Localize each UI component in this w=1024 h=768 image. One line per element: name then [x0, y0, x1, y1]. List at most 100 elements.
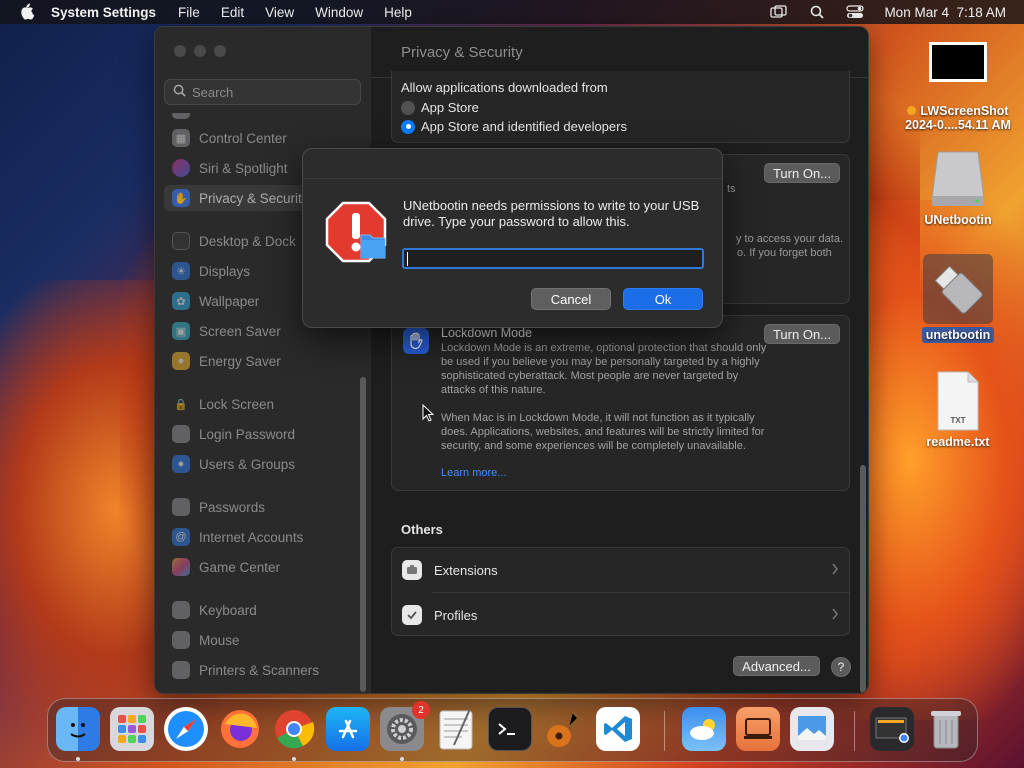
menu-bar: System Settings File Edit View Window He…: [0, 0, 1024, 24]
dock-separator: [854, 711, 855, 751]
sidebar-item-lock-screen[interactable]: 🔒 Lock Screen: [164, 391, 364, 417]
dock-safari-icon[interactable]: [164, 707, 208, 751]
ok-button[interactable]: Ok: [623, 288, 703, 310]
lockdown-turn-on-button[interactable]: Turn On...: [764, 324, 840, 344]
sidebar-item-label: Printers & Scanners: [199, 662, 320, 678]
radio-app-store[interactable]: App Store: [401, 100, 479, 115]
dock-terminal-icon[interactable]: [488, 707, 532, 751]
text-caret: [407, 252, 408, 266]
dock-finder-icon[interactable]: [56, 707, 100, 751]
hand-icon: ✋: [172, 189, 190, 207]
dock-preview-icon[interactable]: [790, 707, 834, 751]
close-window-button[interactable]: [174, 45, 186, 57]
learn-more-link[interactable]: Learn more...: [441, 467, 506, 479]
screenshot-thumbnail: [929, 42, 987, 82]
sidebar-item-energy-saver[interactable]: ● Energy Saver: [164, 348, 364, 374]
mouse-cursor-icon: [422, 404, 434, 422]
dock-icon: [172, 232, 190, 250]
menu-app-name[interactable]: System Settings: [51, 5, 156, 20]
radio-label: App Store: [421, 100, 479, 115]
menu-file[interactable]: File: [178, 5, 200, 20]
sidebar-item-passwords[interactable]: Passwords: [164, 494, 364, 520]
dialog-message: UNetbootin needs permissions to write to…: [403, 198, 700, 229]
sidebar-item-label: Wallpaper: [199, 293, 260, 309]
keyboard-icon: [172, 601, 190, 619]
sidebar-item-label: Desktop & Dock: [199, 233, 296, 249]
dialog-titlebar[interactable]: [303, 149, 722, 179]
running-indicator: [400, 757, 404, 761]
lock-icon: 🔒: [172, 395, 190, 413]
sidebar-item-label: Privacy & Security: [199, 190, 309, 206]
sidebar-item-login-password[interactable]: Login Password: [164, 421, 364, 447]
running-indicator: [292, 757, 296, 761]
users-icon: ●: [172, 455, 190, 473]
dock-screenshot-icon[interactable]: [870, 707, 914, 751]
usb-stick-icon: [934, 265, 983, 314]
cancel-button[interactable]: Cancel: [531, 288, 611, 310]
dock-chrome-icon[interactable]: [272, 707, 316, 751]
screen-mirroring-icon[interactable]: [770, 5, 788, 19]
sidebar-item-users-groups[interactable]: ● Users & Groups: [164, 451, 364, 477]
desktop-screenshot-file[interactable]: LWScreenShot 2024-0....54.11 AM: [898, 42, 1018, 132]
sidebar-item-label: Internet Accounts: [199, 529, 304, 545]
dock-app-store-icon[interactable]: [326, 707, 370, 751]
zoom-window-button[interactable]: [214, 45, 226, 57]
desktop-unetbootin-app[interactable]: unetbootin: [908, 254, 1008, 343]
sidebar-item-label: Login Password: [199, 426, 296, 442]
settings-icon: [172, 113, 190, 119]
sidebar-item-mouse[interactable]: Mouse: [164, 627, 364, 653]
control-center-icon[interactable]: [846, 5, 865, 19]
app-icon-selection: [923, 254, 993, 324]
menu-view[interactable]: View: [265, 5, 294, 20]
main-scrollbar[interactable]: [860, 465, 866, 693]
turn-on-button[interactable]: Turn On...: [764, 163, 840, 183]
dock-textedit-icon[interactable]: [434, 707, 478, 751]
password-icon: [172, 425, 190, 443]
sidebar-item-internet-accounts[interactable]: @ Internet Accounts: [164, 524, 364, 550]
dock-system-settings-icon[interactable]: 2: [380, 701, 430, 751]
radio-identified-developers[interactable]: App Store and identified developers: [401, 119, 627, 134]
sidebar-item-label: Energy Saver: [199, 353, 281, 369]
sidebar-scrollbar[interactable]: [360, 377, 366, 692]
sidebar-item-keyboard[interactable]: Keyboard: [164, 597, 364, 623]
dock-remote-desktop-icon[interactable]: [736, 707, 780, 751]
desktop-unetbootin-drive[interactable]: UNetbootin: [908, 148, 1008, 227]
menu-clock[interactable]: Mon Mar 4 7:18 AM: [884, 5, 1006, 20]
menu-help[interactable]: Help: [384, 5, 412, 20]
apple-icon[interactable]: [17, 2, 37, 22]
radio-button-selected[interactable]: [401, 119, 415, 134]
extensions-row[interactable]: Extensions: [392, 548, 849, 593]
menu-window[interactable]: Window: [315, 5, 363, 20]
search-input[interactable]: [192, 84, 352, 100]
sidebar-item-printers-scanners[interactable]: Printers & Scanners: [164, 657, 364, 683]
minimize-window-button[interactable]: [194, 45, 206, 57]
notification-badge: 2: [412, 701, 430, 719]
help-button[interactable]: ?: [831, 657, 851, 677]
advanced-button[interactable]: Advanced...: [733, 656, 820, 676]
radio-label: App Store and identified developers: [421, 119, 627, 134]
sidebar-item-cut-off[interactable]: [164, 113, 364, 121]
dock-garageband-icon[interactable]: [542, 707, 586, 751]
password-field[interactable]: [402, 248, 704, 269]
readme-label: readme.txt: [926, 435, 990, 449]
sidebar-item-label: Siri & Spotlight: [199, 160, 288, 176]
sidebar: ▦ Control Center Siri & Spotlight ✋ Priv…: [155, 27, 371, 693]
desktop-readme-file[interactable]: TXT readme.txt: [908, 370, 1008, 449]
menu-edit[interactable]: Edit: [221, 5, 244, 20]
dock-weather-icon[interactable]: [682, 707, 726, 751]
sidebar-item-label: Control Center: [199, 130, 287, 146]
obscured-text: ts: [727, 183, 736, 195]
dock-firefox-icon[interactable]: [218, 707, 262, 751]
sidebar-search[interactable]: [164, 79, 361, 105]
dock: 2: [47, 698, 978, 762]
others-heading: Others: [401, 522, 443, 537]
spotlight-search-icon[interactable]: [808, 5, 826, 19]
dock-launchpad-icon[interactable]: [110, 707, 154, 751]
row-label: Profiles: [434, 607, 478, 623]
dock-vscode-icon[interactable]: [596, 707, 640, 751]
profiles-row[interactable]: Profiles: [392, 593, 849, 637]
dock-trash-icon[interactable]: [924, 707, 968, 751]
drive-label: UNetbootin: [924, 213, 992, 227]
radio-button-unselected[interactable]: [401, 100, 415, 115]
sidebar-item-game-center[interactable]: Game Center: [164, 554, 364, 580]
